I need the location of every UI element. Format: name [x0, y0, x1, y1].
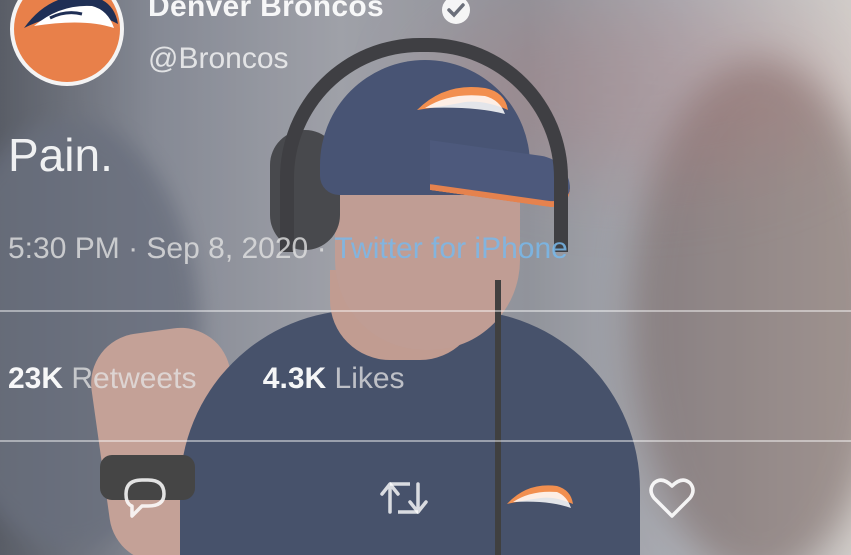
retweets-count[interactable]: 23K [8, 362, 63, 395]
divider [0, 310, 851, 312]
retweets-label[interactable]: Retweets [71, 362, 196, 395]
tweet-stats: 23K Retweets 4.3K Likes [8, 362, 463, 396]
reply-icon[interactable] [118, 472, 170, 524]
broncos-logo-icon [24, 0, 118, 28]
likes-label[interactable]: Likes [335, 362, 405, 395]
tweet-text: Pain. [8, 129, 113, 181]
retweet-icon[interactable] [378, 472, 430, 524]
tweet-meta: 5:30 PM · Sep 8, 2020 · Twitter for iPho… [8, 232, 568, 266]
likes-count[interactable]: 4.3K [263, 362, 326, 395]
heart-icon[interactable] [646, 472, 698, 524]
tweet-source-link[interactable]: Twitter for iPhone [334, 232, 567, 265]
meta-separator: · [316, 232, 327, 265]
divider [0, 440, 851, 442]
account-handle[interactable]: @Broncos [148, 42, 289, 76]
tweet-time[interactable]: 5:30 PM [8, 232, 120, 265]
account-name[interactable]: Denver Broncos [148, 0, 384, 24]
meta-separator: · [128, 232, 139, 265]
tweet-date[interactable]: Sep 8, 2020 [146, 232, 308, 265]
verified-badge-icon [442, 0, 470, 24]
